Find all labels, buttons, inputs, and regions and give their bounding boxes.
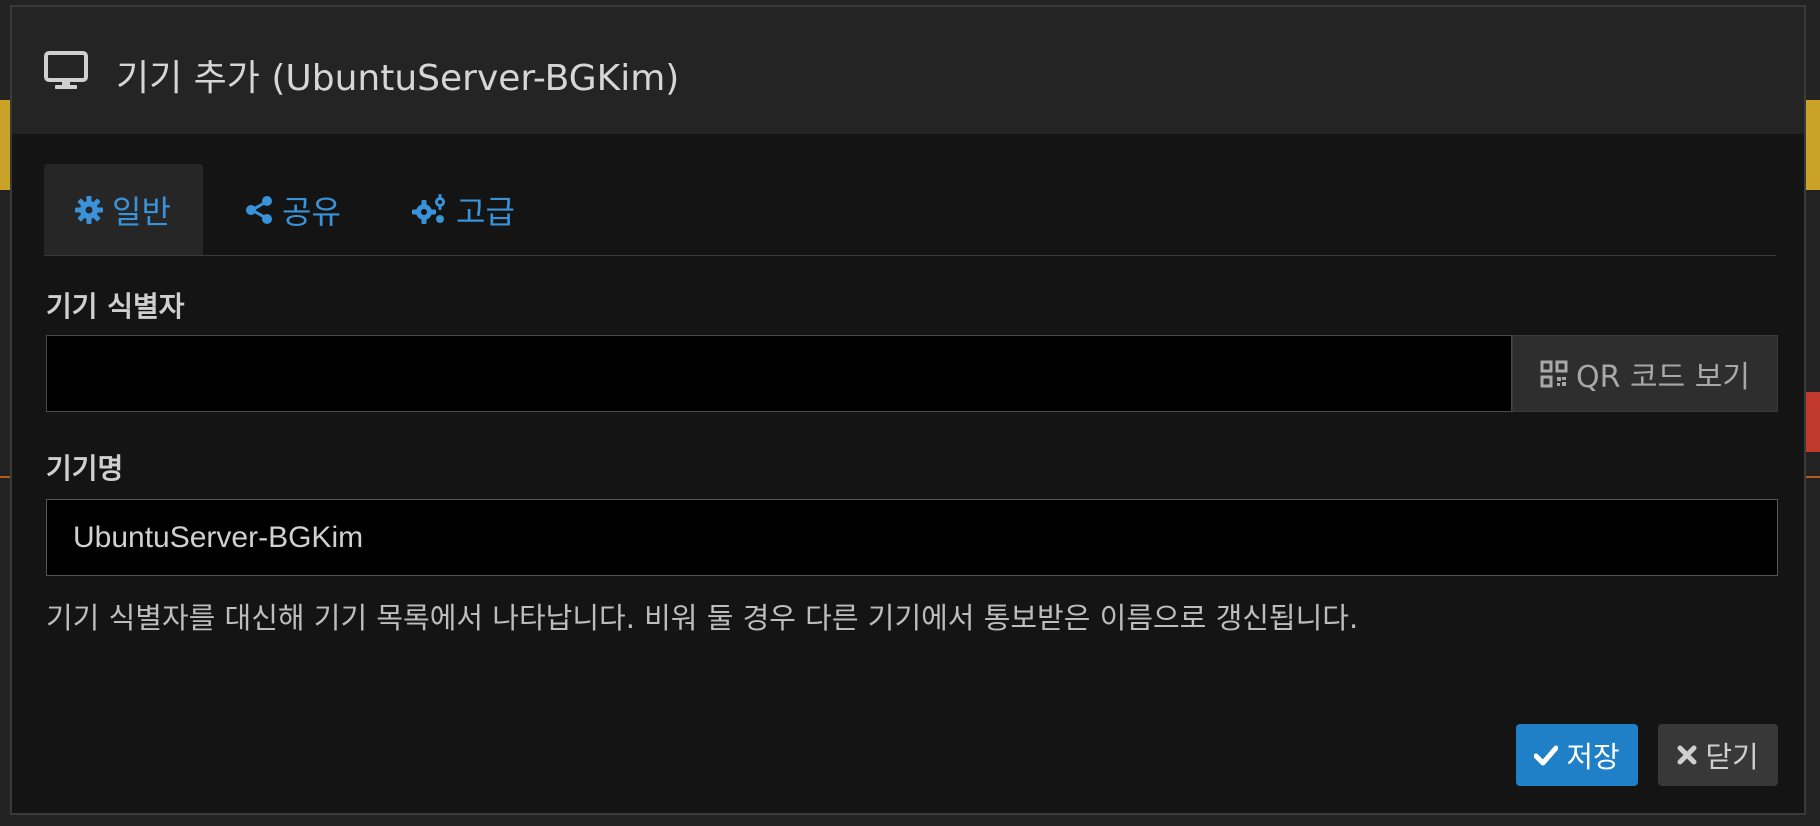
- save-button-label: 저장: [1566, 740, 1620, 774]
- tab-general-label: 일반: [112, 192, 171, 231]
- tab-advanced[interactable]: 고급: [412, 164, 542, 255]
- device-name-help-text: 기기 식별자를 대신해 기기 목록에서 나타납니다. 비워 둘 경우 다른 기기…: [46, 601, 1359, 635]
- show-qr-code-label: QR 코드 보기: [1576, 359, 1750, 395]
- tab-general[interactable]: 일반: [44, 164, 203, 255]
- device-id-label: 기기 식별자: [46, 290, 185, 323]
- device-id-field[interactable]: [46, 335, 1512, 412]
- redaction-mark: [47, 338, 1175, 411]
- tab-advanced-label: 고급: [456, 192, 515, 231]
- device-name-input[interactable]: [46, 499, 1778, 576]
- qrcode-icon: [1540, 360, 1568, 387]
- close-icon: [1677, 745, 1697, 765]
- gear-icon: [75, 195, 103, 224]
- show-qr-code-button[interactable]: QR 코드 보기: [1512, 335, 1778, 412]
- desktop-icon: [44, 51, 88, 89]
- share-icon: [246, 195, 272, 224]
- tab-sharing[interactable]: 공유: [244, 164, 364, 255]
- close-button[interactable]: 닫기: [1658, 724, 1778, 786]
- tab-sharing-label: 공유: [282, 192, 341, 231]
- close-button-label: 닫기: [1705, 740, 1759, 774]
- device-name-label: 기기명: [46, 452, 124, 485]
- check-icon: [1534, 745, 1559, 766]
- gears-icon: [412, 193, 445, 224]
- tab-bar: 일반 공유 고급: [44, 164, 1776, 256]
- save-button[interactable]: 저장: [1516, 724, 1638, 786]
- dialog-title: 기기 추가 (UbuntuServer-BGKim): [116, 58, 680, 99]
- add-device-dialog: 기기 추가 (UbuntuServer-BGKim) 일반 공유 고급 기기 식…: [10, 5, 1806, 815]
- dialog-header: 기기 추가 (UbuntuServer-BGKim): [12, 7, 1804, 134]
